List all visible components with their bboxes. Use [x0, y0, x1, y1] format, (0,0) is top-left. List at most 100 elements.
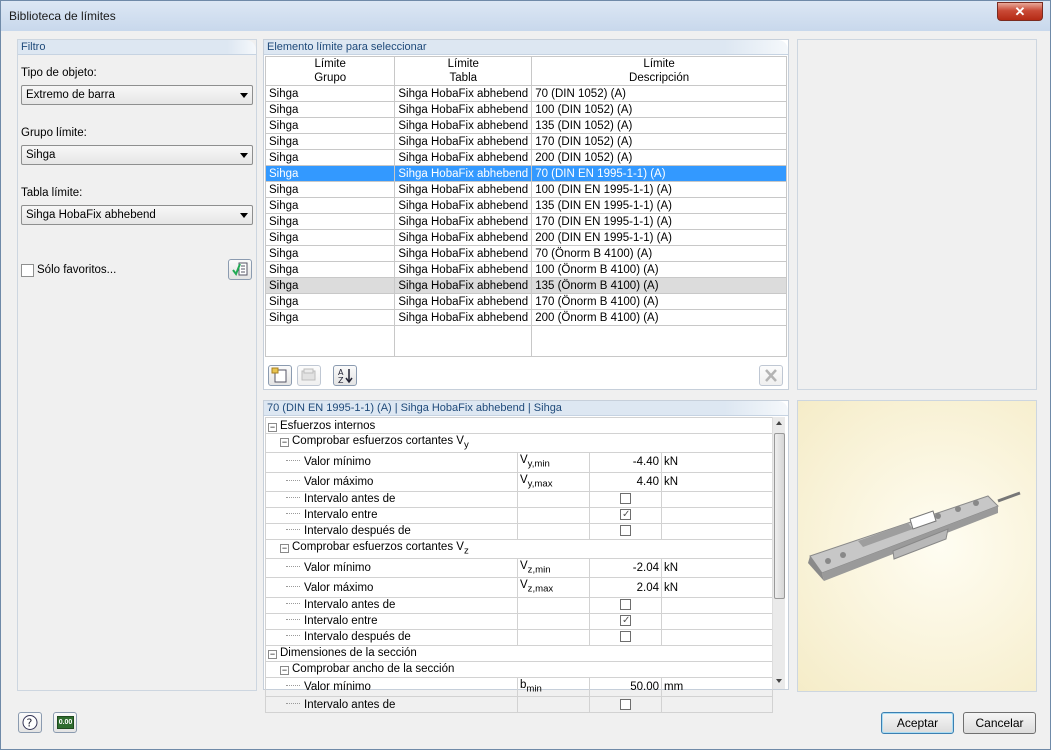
- sort-az-icon: AZ: [338, 368, 353, 385]
- details-scrollbar[interactable]: [772, 417, 785, 689]
- table-row[interactable]: Sihga Sihga HobaFix abhebend 100 (Önorm B …: [264, 261, 787, 278]
- edit-favorites-button[interactable]: [228, 259, 252, 280]
- tree-row[interactable]: Intervalo antes de: [265, 490, 773, 508]
- table-row[interactable]: Sihga Sihga HobaFix abhebend 70 (Önorm B 4…: [264, 245, 787, 262]
- table-cell: 100 (DIN EN 1995-1-1) (A): [531, 181, 787, 198]
- delete-x-icon: [765, 369, 777, 382]
- delete-limit-button[interactable]: [759, 365, 783, 386]
- table-cell: Sihga: [264, 165, 396, 182]
- table-row[interactable]: Sihga Sihga HobaFix abhebend 200 (DIN 1052…: [264, 149, 787, 166]
- info-panel: [797, 39, 1037, 390]
- vy-max-value[interactable]: 4.40: [589, 471, 662, 492]
- table-cell: 200 (Önorm B 4100) (A): [531, 309, 787, 326]
- column-header-table[interactable]: Límite Tabla: [394, 56, 533, 86]
- table-cell: Sihga HobaFix abhebend: [394, 117, 533, 134]
- tree-row[interactable]: Valor mínimo Vz,min -2.04 kN: [265, 558, 773, 579]
- collapse-icon[interactable]: −: [268, 650, 277, 660]
- dialog-window: Biblioteca de límites ✕ Filtro Tipo de o…: [0, 0, 1051, 750]
- help-button[interactable]: ?: [18, 712, 42, 733]
- tree-row[interactable]: Valor mínimo bmin 50.00 mm: [265, 676, 773, 698]
- tree-row[interactable]: Intervalo antes de: [265, 596, 773, 614]
- filter-panel: Filtro Tipo de objeto: Extremo de barra …: [17, 39, 257, 691]
- title-bar: Biblioteca de límites ✕: [1, 1, 1050, 31]
- scrollbar-thumb[interactable]: [774, 433, 785, 599]
- limit-table: Límite Grupo Límite Tabla Límite Descripció…: [264, 56, 787, 357]
- favorites-checkbox[interactable]: [21, 264, 34, 277]
- copy-limit-button[interactable]: [297, 365, 321, 386]
- column-header-group[interactable]: Límite Grupo: [264, 56, 396, 86]
- group-label: Grupo límite:: [21, 127, 87, 139]
- units-button[interactable]: 0.00: [53, 712, 77, 733]
- sort-button[interactable]: AZ: [333, 365, 357, 386]
- interval-between-checkbox[interactable]: [620, 508, 631, 522]
- tree-row[interactable]: Intervalo entre: [265, 612, 773, 630]
- tree-row[interactable]: − Comprobar esfuerzos cortantes Vz: [265, 538, 773, 560]
- table-cell: 70 (DIN EN 1995-1-1) (A): [531, 165, 787, 182]
- tree-row[interactable]: Intervalo después de: [265, 628, 773, 646]
- table-cell: Sihga HobaFix abhebend: [394, 213, 533, 230]
- tree-row[interactable]: Valor mínimo Vy,min -4.40 kN: [265, 452, 773, 473]
- tree-row[interactable]: Intervalo antes de: [265, 696, 773, 714]
- table-value: Sihga HobaFix abhebend: [26, 209, 156, 221]
- new-limit-button[interactable]: [268, 365, 292, 386]
- scroll-down-icon[interactable]: [776, 679, 782, 683]
- b-min-value[interactable]: 50.00: [589, 676, 662, 698]
- interval-after-checkbox[interactable]: [620, 631, 631, 643]
- table-row[interactable]: Sihga Sihga HobaFix abhebend 170 (DIN EN 1…: [264, 213, 787, 230]
- table-cell: Sihga: [264, 85, 396, 102]
- tree-row[interactable]: − Comprobar ancho de la sección: [265, 660, 773, 678]
- collapse-icon[interactable]: −: [280, 666, 289, 676]
- cancel-button[interactable]: Cancelar: [963, 712, 1036, 734]
- copy-icon: [301, 368, 316, 381]
- interval-before-checkbox[interactable]: [620, 493, 631, 505]
- table-row[interactable]: Sihga Sihga HobaFix abhebend 200 (Önorm B …: [264, 309, 787, 326]
- tree-row[interactable]: − Esfuerzos internos: [265, 417, 773, 434]
- interval-before-checkbox[interactable]: [620, 599, 631, 611]
- table-row[interactable]: Sihga Sihga HobaFix abhebend 200 (DIN EN 1…: [264, 229, 787, 246]
- table-row[interactable]: Sihga Sihga HobaFix abhebend 170 (Önorm B …: [264, 293, 787, 310]
- table-cell: Sihga HobaFix abhebend: [394, 85, 533, 102]
- object-type-select[interactable]: Extremo de barra: [21, 85, 253, 105]
- vz-min-value[interactable]: -2.04: [589, 558, 662, 579]
- scroll-up-icon[interactable]: [776, 421, 782, 425]
- close-button[interactable]: ✕: [997, 2, 1043, 21]
- ok-button[interactable]: Aceptar: [881, 712, 954, 734]
- table-cell: 170 (DIN EN 1995-1-1) (A): [531, 213, 787, 230]
- interval-after-checkbox[interactable]: [620, 525, 631, 537]
- connector-image: [808, 491, 1021, 581]
- filter-header: Filtro: [18, 40, 256, 55]
- interval-between-checkbox[interactable]: [620, 614, 631, 628]
- table-row[interactable]: Sihga Sihga HobaFix abhebend 135 (DIN EN 1…: [264, 197, 787, 214]
- collapse-icon[interactable]: −: [280, 438, 289, 447]
- group-select[interactable]: Sihga: [21, 145, 253, 165]
- interval-before-checkbox[interactable]: [620, 698, 631, 710]
- units-icon: 0.00: [57, 716, 74, 729]
- tree-row[interactable]: − Comprobar esfuerzos cortantes Vy: [265, 432, 773, 454]
- tree-row[interactable]: Intervalo después de: [265, 522, 773, 540]
- table-row[interactable]: Sihga Sihga HobaFix abhebend 170 (DIN 1052…: [264, 133, 787, 150]
- table-row[interactable]: Sihga Sihga HobaFix abhebend 70 (DIN 1052)…: [264, 85, 787, 102]
- collapse-icon[interactable]: −: [280, 543, 289, 553]
- tree-row[interactable]: Valor máximo Vy,max 4.40 kN: [265, 471, 773, 492]
- tree-row[interactable]: − Dimensiones de la sección: [265, 644, 773, 662]
- table-row[interactable]: Sihga Sihga HobaFix abhebend 70 (DIN EN 19…: [264, 165, 787, 182]
- table-row[interactable]: Sihga Sihga HobaFix abhebend 135 (Önorm B …: [264, 277, 787, 294]
- table-row[interactable]: Sihga Sihga HobaFix abhebend 135 (DIN 1052…: [264, 117, 787, 134]
- group-value: Sihga: [26, 149, 56, 161]
- table-row[interactable]: Sihga Sihga HobaFix abhebend 100 (DIN 1052…: [264, 101, 787, 118]
- collapse-icon[interactable]: −: [268, 422, 277, 432]
- tree-row[interactable]: Intervalo entre: [265, 506, 773, 524]
- table-cell: 170 (Önorm B 4100) (A): [531, 293, 787, 310]
- table-select[interactable]: Sihga HobaFix abhebend: [21, 205, 253, 225]
- table-cell: Sihga HobaFix abhebend: [394, 261, 533, 278]
- tree-row[interactable]: Valor máximo Vz,max 2.04 kN: [265, 577, 773, 598]
- chevron-down-icon: [240, 213, 248, 218]
- vz-max-value[interactable]: 2.04: [589, 577, 662, 598]
- details-header: 70 (DIN EN 1995-1-1) (A) | Sihga HobaFix…: [264, 401, 788, 416]
- vy-min-value[interactable]: -4.40: [589, 452, 662, 473]
- column-header-description[interactable]: Límite Descripción: [531, 56, 787, 86]
- details-tree: − Esfuerzos internos − Comprobar esfuerzos…: [265, 417, 773, 714]
- table-cell: Sihga: [264, 309, 396, 326]
- svg-text:?: ?: [27, 717, 33, 730]
- table-row[interactable]: Sihga Sihga HobaFix abhebend 100 (DIN EN 1…: [264, 181, 787, 198]
